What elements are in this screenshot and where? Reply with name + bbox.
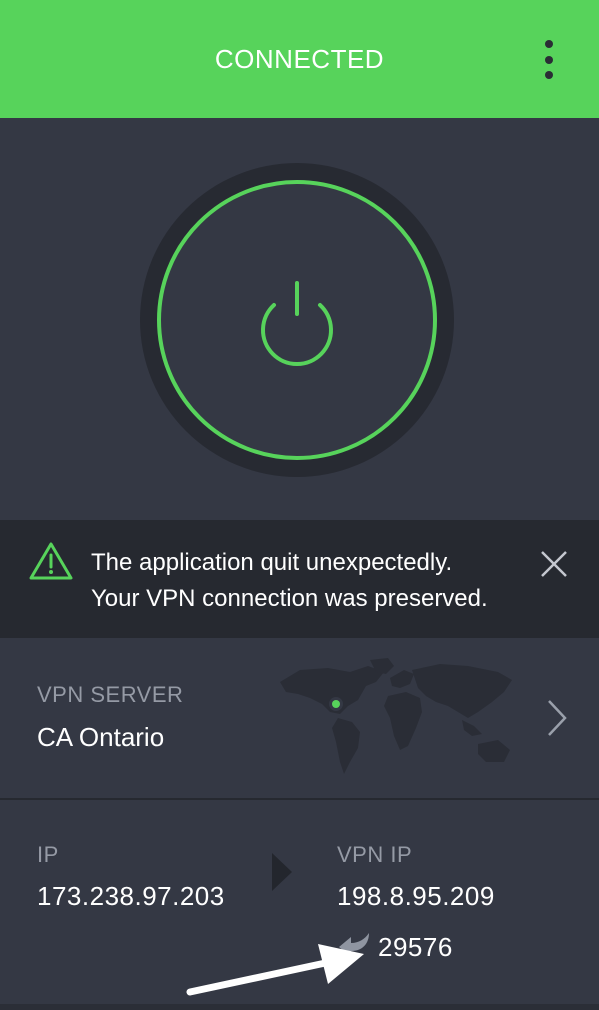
power-icon [157, 180, 437, 460]
warning-triangle-icon [29, 542, 73, 580]
bottom-edge [0, 1004, 599, 1010]
play-arrow-icon [272, 853, 292, 891]
ip-label: IP [37, 842, 59, 867]
vpn-server-label: VPN SERVER [37, 682, 184, 707]
vpn-ip-value: 198.8.95.209 [337, 881, 495, 911]
port-number: 29576 [378, 932, 453, 962]
connection-status-title: CONNECTED [214, 44, 385, 74]
notice-message: The application quit unexpectedly. Your … [91, 545, 488, 617]
section-divider [0, 798, 599, 800]
notice-line-2: Your VPN connection was preserved. [91, 585, 488, 612]
notice-line-1: The application quit unexpectedly. [91, 549, 453, 576]
world-map-icon [280, 658, 512, 774]
chevron-right-icon[interactable] [544, 698, 570, 738]
vpn-app-window: CONNECTED The application quit unexpecte… [0, 0, 599, 1010]
kebab-menu-icon [545, 40, 553, 79]
power-toggle-button[interactable] [156, 179, 438, 461]
power-area [0, 118, 599, 520]
menu-button[interactable] [532, 36, 566, 84]
close-icon[interactable] [538, 548, 570, 580]
vpn-server-value: CA Ontario [37, 722, 165, 752]
status-header: CONNECTED [0, 0, 599, 118]
vpn-ip-label: VPN IP [337, 842, 413, 867]
annotation-arrow-icon [186, 944, 364, 996]
ip-value: 173.238.97.203 [37, 881, 225, 911]
